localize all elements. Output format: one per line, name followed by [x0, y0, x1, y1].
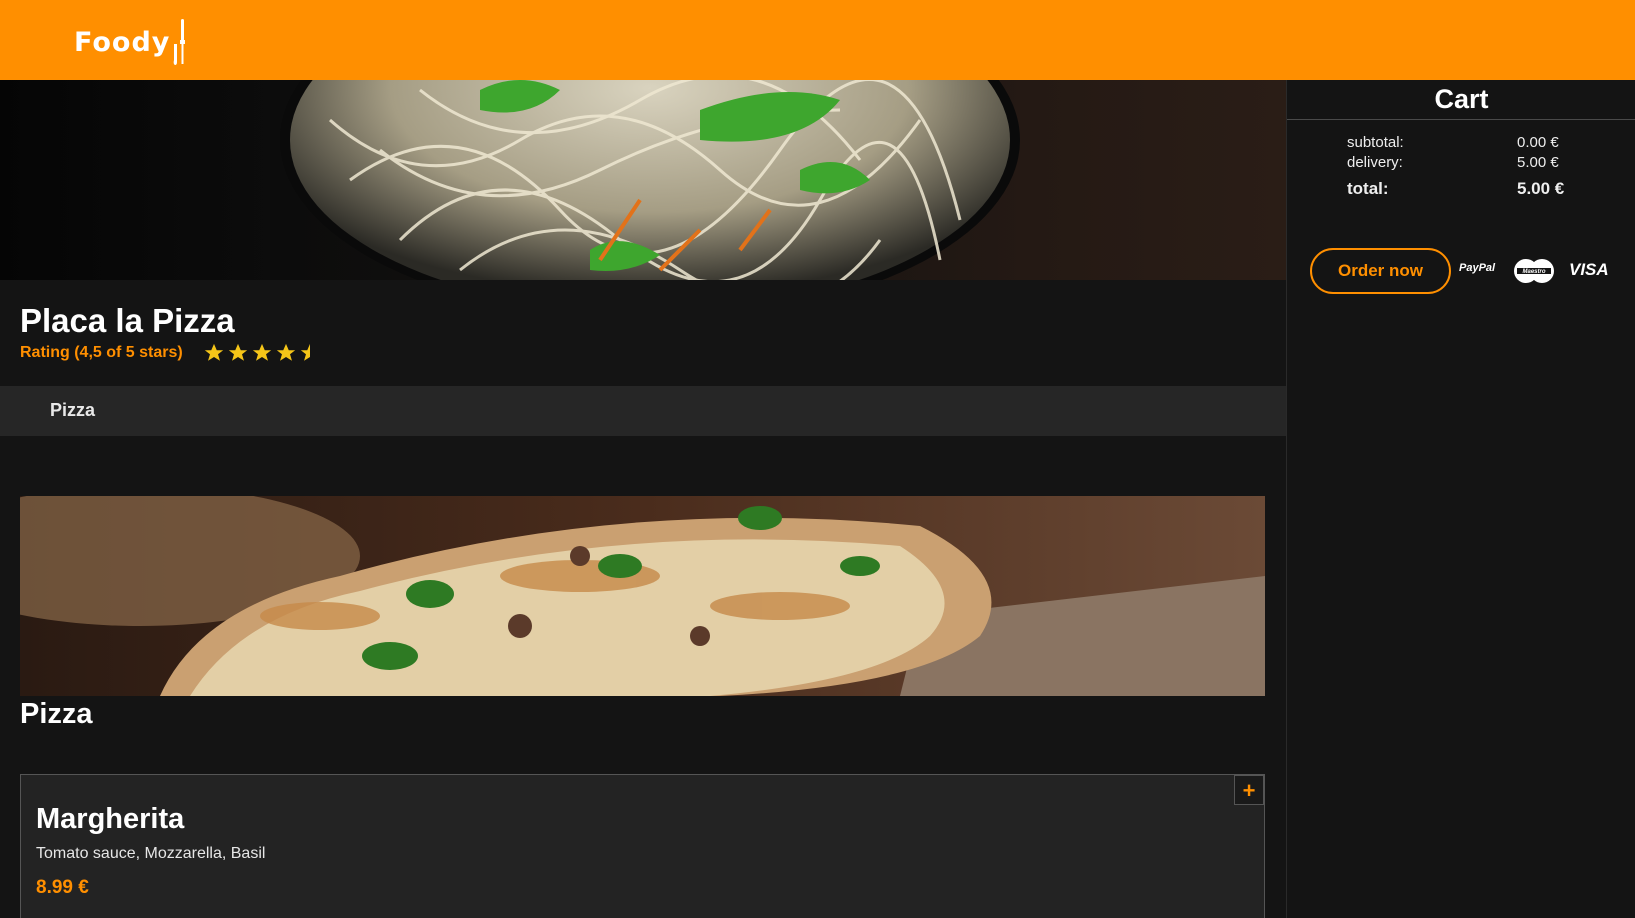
cart-panel: Cart subtotal: 0.00 € delivery: 5.00 € t…	[1286, 80, 1635, 918]
restaurant-main: Placa la Pizza Rating (4,5 of 5 stars) P…	[0, 80, 1286, 918]
dish-name: Margherita	[36, 803, 185, 835]
maestro-label: Maestro	[1522, 269, 1545, 275]
order-now-button[interactable]: Order now	[1310, 248, 1451, 294]
dish-card[interactable]: Margherita Tomato sauce, Mozzarella, Bas…	[20, 774, 1265, 918]
pizza-on-peel-image	[20, 496, 1265, 696]
logo-text: Foody	[74, 26, 171, 58]
fork-knife-icon	[174, 19, 186, 65]
rating-stars	[203, 342, 321, 364]
rating-row: Rating (4,5 of 5 stars)	[20, 342, 321, 364]
paypal-logo: PayPal	[1459, 262, 1496, 274]
restaurant-name: Placa la Pizza	[20, 302, 235, 339]
subtotal-row: subtotal: 0.00 €	[1347, 134, 1587, 151]
noodles-bowl-image	[280, 80, 1020, 280]
visa-logo: VISA	[1569, 260, 1609, 279]
delivery-row: delivery: 5.00 €	[1347, 154, 1587, 171]
foody-logo[interactable]: Foody	[74, 18, 186, 66]
hero-noodles-image	[0, 80, 1286, 280]
total-label: total:	[1347, 179, 1389, 198]
half-star-icon	[300, 343, 310, 361]
cart-title: Cart	[1434, 84, 1489, 114]
subtotal-label: subtotal:	[1347, 134, 1404, 151]
star-icon	[252, 343, 271, 361]
category-title: Pizza	[20, 698, 93, 730]
category-banner-pizza	[20, 496, 1265, 696]
category-nav-item-pizza[interactable]: Pizza	[50, 400, 95, 421]
add-to-cart-button[interactable]: +	[1234, 775, 1264, 805]
maestro-logo-icon: Maestro	[1514, 259, 1554, 283]
star-icon	[204, 343, 223, 361]
total-row: total: 5.00 €	[1347, 179, 1587, 199]
total-value: 5.00 €	[1517, 179, 1565, 198]
delivery-label: delivery:	[1347, 154, 1403, 171]
star-icon	[228, 343, 247, 361]
cart-divider	[1287, 119, 1635, 120]
top-navbar: Foody	[0, 0, 1635, 80]
dish-description: Tomato sauce, Mozzarella, Basil	[36, 845, 266, 862]
category-nav: Pizza	[0, 386, 1286, 436]
dish-price: 8.99 €	[36, 877, 89, 898]
subtotal-value: 0.00 €	[1517, 134, 1559, 151]
delivery-value: 5.00 €	[1517, 154, 1559, 171]
rating-label: Rating (4,5 of 5 stars)	[20, 344, 183, 361]
star-icon	[276, 343, 295, 361]
